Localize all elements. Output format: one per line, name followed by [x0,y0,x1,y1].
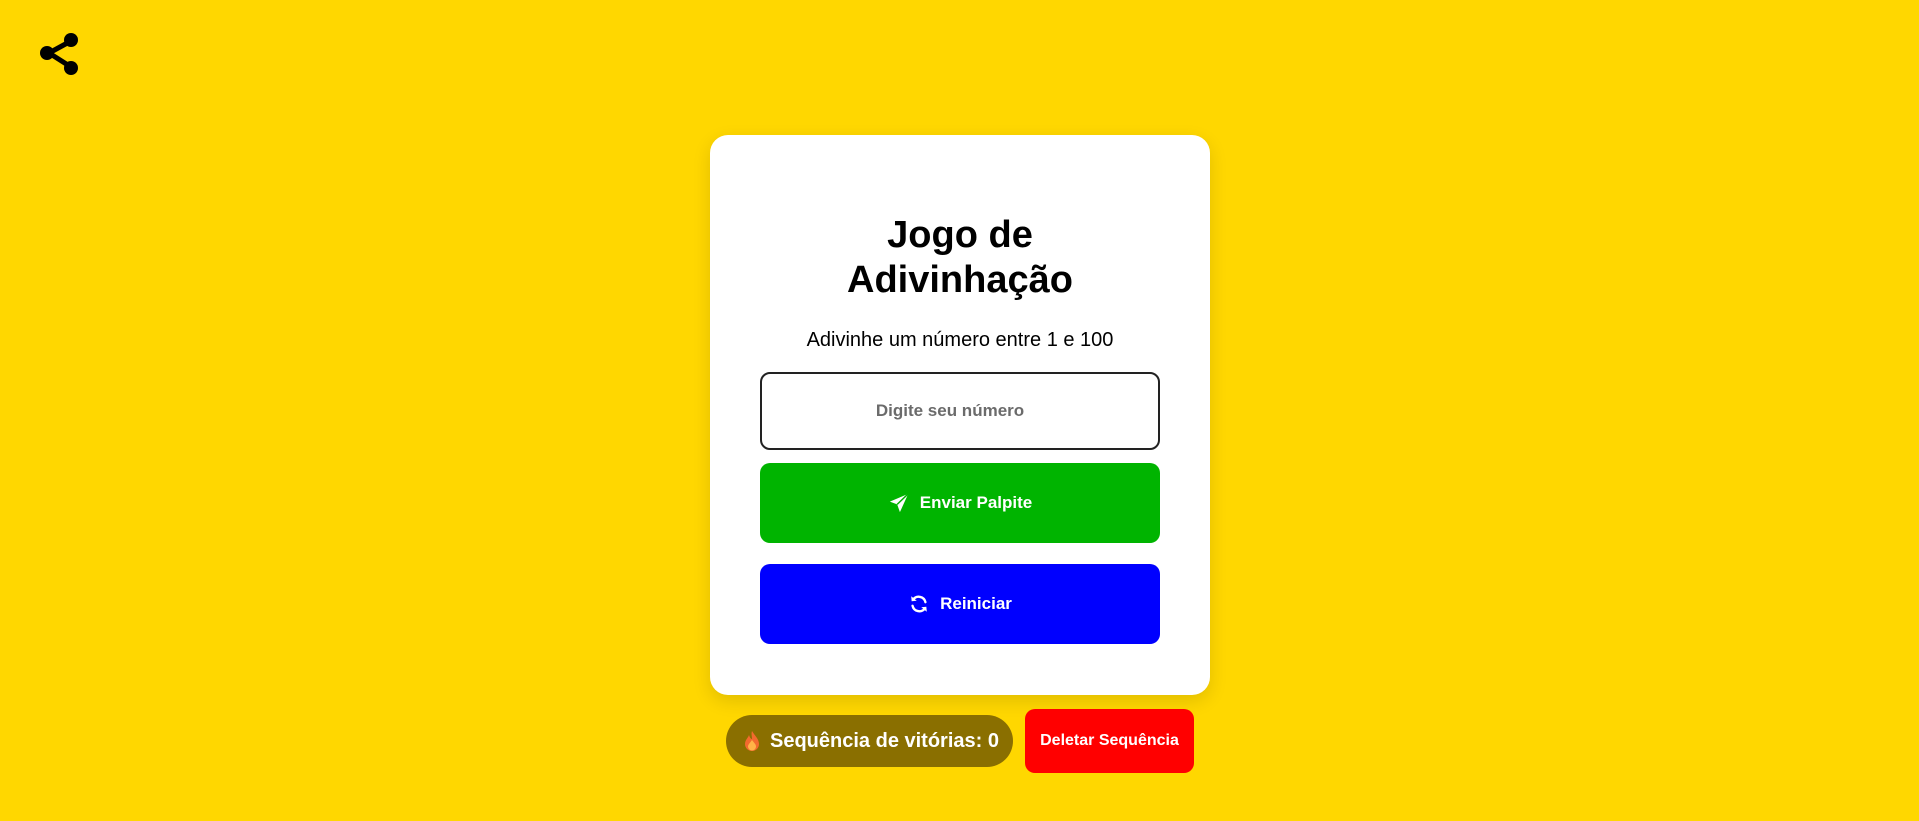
flame-icon [742,730,762,752]
share-button[interactable] [37,31,87,81]
refresh-icon [908,593,930,615]
delete-streak-button[interactable]: Deletar Sequência [1025,709,1194,773]
share-icon [40,33,78,75]
send-guess-button[interactable]: Enviar Palpite [760,463,1160,543]
win-streak-label: Sequência de vitórias: 0 [770,729,999,752]
page-title: Jogo de Adivinhação [710,213,1210,303]
paper-plane-icon [888,492,910,514]
instructions-text: Adivinhe um número entre 1 e 100 [806,329,1114,351]
restart-label: Reiniciar [940,594,1012,613]
guess-input[interactable] [760,372,1160,450]
title-line-2: Adivinhação [847,259,1073,301]
page: Jogo de Adivinhação Adivinhe um número e… [0,0,1919,821]
send-guess-label: Enviar Palpite [919,493,1033,512]
title-line-1: Jogo de [887,214,1033,256]
win-streak-badge: Sequência de vitórias: 0 [726,715,1013,767]
restart-button[interactable]: Reiniciar [760,564,1160,644]
game-card: Jogo de Adivinhação Adivinhe um número e… [710,135,1210,695]
